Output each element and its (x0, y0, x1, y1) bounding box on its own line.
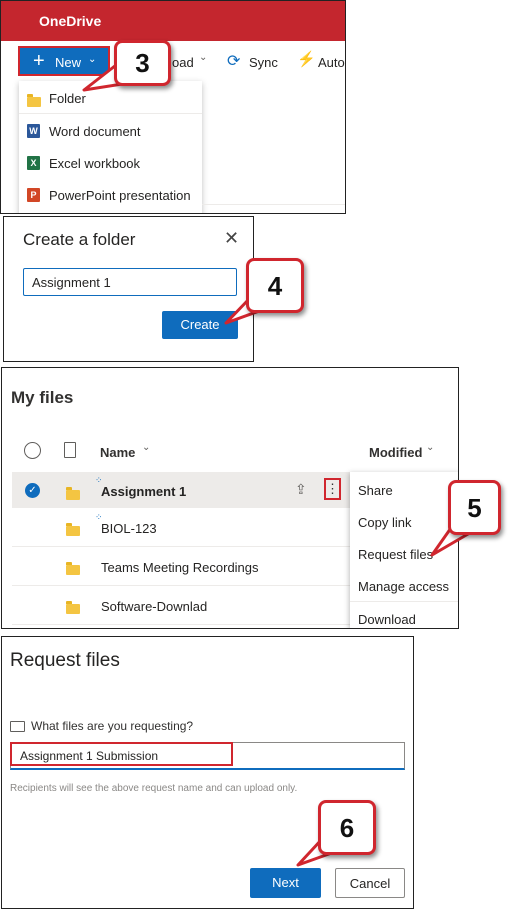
step-callout-6: 6 (318, 800, 376, 855)
callout-pointer (296, 836, 342, 867)
